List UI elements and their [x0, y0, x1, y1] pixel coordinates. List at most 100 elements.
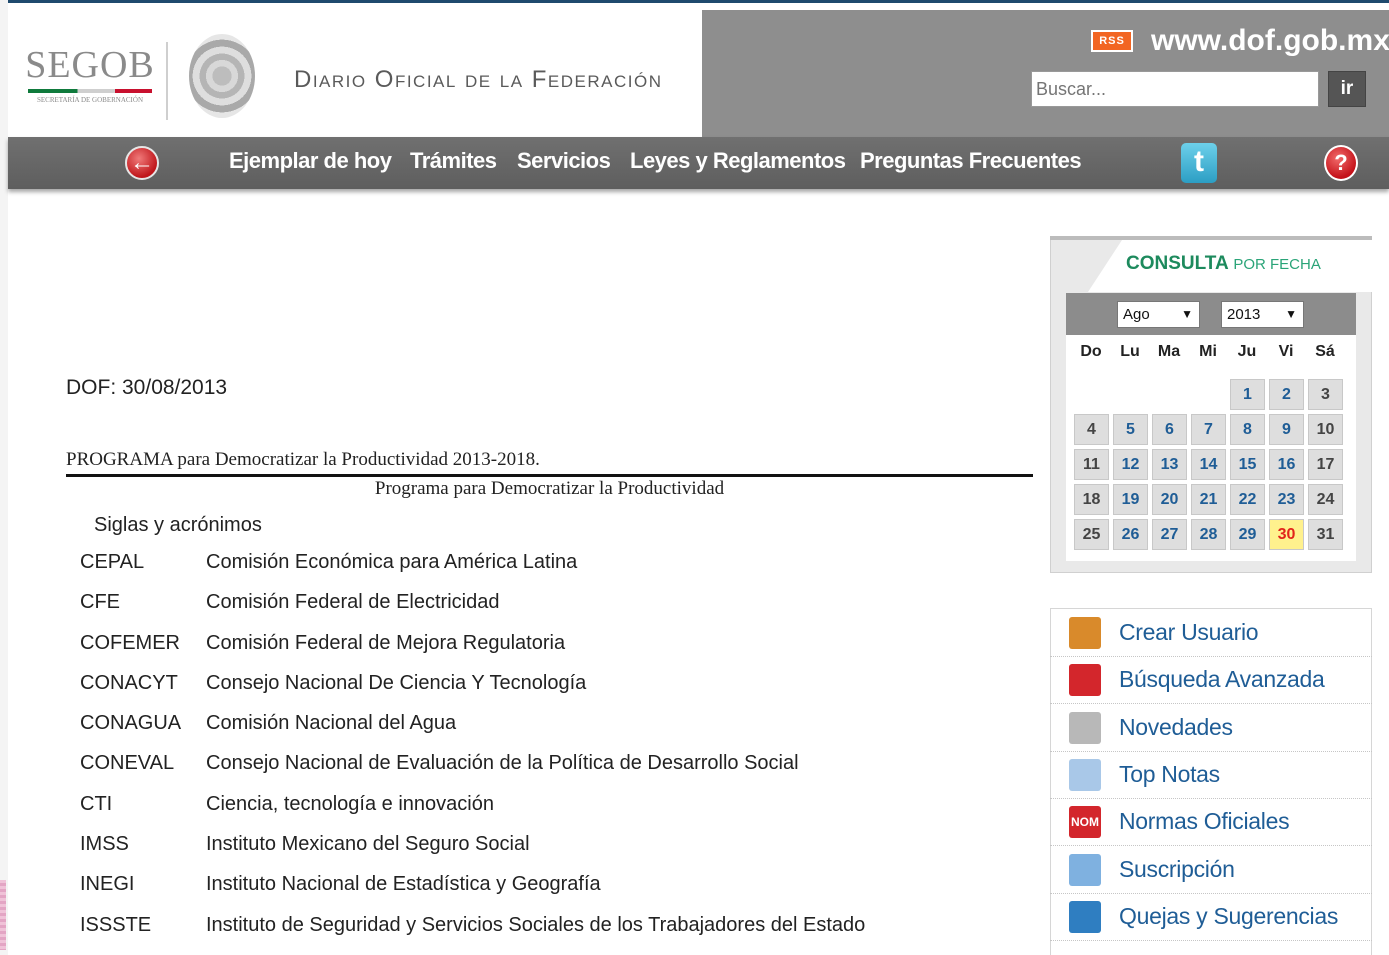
nav-item-ejemplar[interactable]: Ejemplar de hoy	[229, 148, 392, 174]
search-button[interactable]: ir	[1328, 71, 1366, 107]
nav-item-tramites[interactable]: Trámites	[410, 148, 497, 174]
calendar-day[interactable]: 27	[1152, 519, 1187, 550]
calendar-day[interactable]: 20	[1152, 484, 1187, 515]
back-arrow-icon[interactable]: ←	[125, 146, 159, 180]
top-border	[0, 0, 1389, 3]
rss-icon[interactable]: RSS	[1091, 30, 1133, 52]
calendar-day[interactable]: 17	[1308, 449, 1343, 480]
calendar-day[interactable]: 2	[1269, 379, 1304, 410]
weekday-label: Ju	[1237, 343, 1257, 360]
twitter-icon[interactable]: t	[1181, 143, 1217, 183]
acronym-code: CFE	[80, 591, 120, 614]
document-icon	[1069, 711, 1101, 744]
calendar-day[interactable]: 5	[1113, 414, 1148, 445]
acronym-code: CONEVAL	[80, 752, 175, 775]
acronym-name: Consejo Nacional De Ciencia Y Tecnología	[206, 671, 587, 694]
calendar-day[interactable]: 9	[1269, 414, 1304, 445]
calendar-heading-main: CONSULTA	[1126, 253, 1229, 274]
title-rule	[66, 474, 1033, 477]
nav-item-servicios[interactable]: Servicios	[517, 148, 611, 174]
site-url[interactable]: www.dof.gob.mx	[1151, 24, 1389, 58]
acronym-code: COFEMER	[80, 631, 180, 654]
quick-link-label[interactable]: Crear Usuario	[1119, 619, 1259, 646]
nav-item-preguntas[interactable]: Preguntas Frecuentes	[860, 148, 1082, 174]
weekday-label: Lu	[1120, 343, 1140, 360]
chevron-down-icon: ▼	[1285, 307, 1297, 321]
acronym-name: Instituto Nacional de Estadística y Geog…	[206, 873, 601, 896]
calendar-day[interactable]: 21	[1191, 484, 1226, 515]
acronym-name: Ciencia, tecnología e innovación	[206, 792, 494, 815]
acronym-code: INEGI	[80, 873, 135, 896]
siglas-heading: Siglas y acrónimos	[94, 514, 262, 536]
calendar-day[interactable]: 31	[1308, 519, 1343, 550]
calendar-day[interactable]: 14	[1191, 449, 1226, 480]
quick-link-label[interactable]: Novedades	[1119, 714, 1233, 741]
site-title[interactable]: Diario Oficial de la Federación	[294, 66, 663, 94]
calendar-day[interactable]: 8	[1230, 414, 1265, 445]
quick-link-label[interactable]: Suscripción	[1119, 856, 1235, 883]
mailbox-icon	[1069, 900, 1101, 933]
quick-link-label[interactable]: Búsqueda Avanzada	[1119, 666, 1325, 693]
calendar-day[interactable]: 26	[1113, 519, 1148, 550]
calendar-day[interactable]: 25	[1074, 519, 1109, 550]
year-select-value: 2013	[1227, 306, 1261, 323]
calendar-day[interactable]: 12	[1113, 449, 1148, 480]
acronym-name: Instituto de Seguridad y Servicios Socia…	[206, 913, 866, 936]
acronym-code: CEPAL	[80, 551, 145, 573]
calendar-top-rule	[1050, 236, 1372, 240]
segob-color-bar	[28, 89, 152, 93]
acronym-name: Instituto Mexicano del Seguro Social	[206, 833, 530, 856]
calendar-day[interactable]: 22	[1230, 484, 1265, 515]
weekday-label: Mi	[1199, 343, 1217, 360]
acronym-code: ISSSTE	[80, 913, 152, 936]
calendar-day[interactable]: 29	[1230, 519, 1265, 550]
weekday-label: Sá	[1315, 343, 1335, 360]
star-icon	[1069, 758, 1101, 791]
calendar-day[interactable]: 13	[1152, 449, 1187, 480]
quick-link-label[interactable]: Top Notas	[1119, 761, 1220, 788]
weekday-label: Ma	[1157, 343, 1181, 360]
calendar-selector-bar	[1066, 293, 1356, 335]
quick-link-label[interactable]: Normas Oficiales	[1119, 808, 1290, 835]
acronym-code: CTI	[80, 792, 113, 815]
calendar-day[interactable]: 23	[1269, 484, 1304, 515]
segob-logo[interactable]: SEGOB SECRETARÍA DE GOBERNACIÓN	[25, 46, 155, 105]
program-subtitle: Programa para Democratizar la Productivi…	[374, 478, 725, 499]
year-select[interactable]: 2013 ▼	[1221, 301, 1304, 328]
calendar-heading-sub: POR FECHA	[1233, 256, 1321, 273]
calendar-day[interactable]: 15	[1230, 449, 1265, 480]
acronym-name: Comisión Económica para América Latina	[206, 551, 578, 573]
acronym-code: IMSS	[80, 833, 129, 856]
left-edge	[0, 0, 8, 955]
calendar-day[interactable]: 4	[1074, 414, 1109, 445]
nav-item-leyes[interactable]: Leyes y Reglamentos	[630, 148, 846, 174]
weekday-label: Vi	[1278, 343, 1294, 360]
national-seal-icon	[189, 34, 255, 118]
calendar-day[interactable]: 19	[1113, 484, 1148, 515]
segob-logo-text: SEGOB	[25, 44, 155, 86]
acronym-code: CONACYT	[80, 671, 178, 694]
calendar-day[interactable]: 16	[1269, 449, 1304, 480]
acronym-code: CONAGUA	[80, 712, 182, 735]
help-icon[interactable]: ?	[1324, 145, 1358, 181]
calendar-day[interactable]: 7	[1191, 414, 1226, 445]
acronym-name: Consejo Nacional de Evaluación de la Pol…	[206, 752, 799, 775]
logo-divider	[166, 42, 168, 120]
calendar-day[interactable]: 28	[1191, 519, 1226, 550]
pencil-note-icon	[1069, 853, 1101, 886]
search-input[interactable]	[1031, 71, 1319, 107]
calendar-day[interactable]: 3	[1308, 379, 1343, 410]
acronym-name: Comisión Federal de Mejora Regulatoria	[206, 631, 566, 654]
calendar-day[interactable]: 18	[1074, 484, 1109, 515]
calendar-day[interactable]: 11	[1074, 449, 1109, 480]
month-select[interactable]: Ago ▼	[1117, 301, 1200, 328]
calendar-day[interactable]: 6	[1152, 414, 1187, 445]
calendar-day[interactable]: 24	[1308, 484, 1343, 515]
user-add-icon	[1069, 617, 1101, 649]
calendar-day-selected[interactable]: 30	[1269, 519, 1304, 550]
calendar-day[interactable]: 1	[1230, 379, 1265, 410]
calendar-day[interactable]: 10	[1308, 414, 1343, 445]
quick-link-label[interactable]: Quejas y Sugerencias	[1119, 903, 1338, 930]
segob-logo-subtitle: SECRETARÍA DE GOBERNACIÓN	[37, 96, 143, 104]
chevron-down-icon: ▼	[1181, 307, 1193, 321]
